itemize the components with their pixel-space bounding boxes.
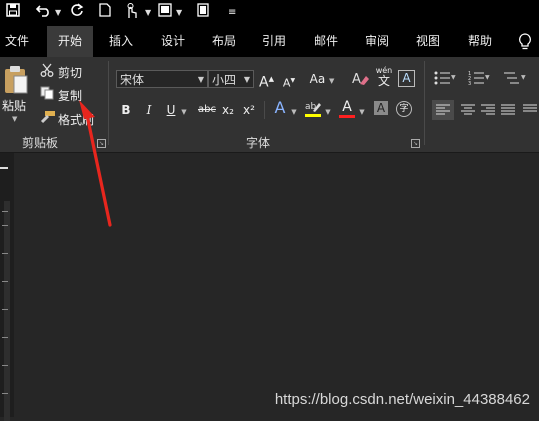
tab-layout[interactable]: 布局 <box>205 26 243 57</box>
page-view-icon[interactable] <box>197 3 209 23</box>
format-painter-icon[interactable] <box>40 110 56 127</box>
paste-button[interactable]: 粘贴 <box>2 97 26 114</box>
chevron-down-icon: ▼ <box>243 75 250 84</box>
highlighter-icon[interactable]: ab <box>304 100 322 121</box>
tab-help[interactable]: 帮助 <box>461 26 499 57</box>
character-shading-button[interactable]: A <box>374 101 388 115</box>
tab-references[interactable]: 引用 <box>255 26 293 57</box>
change-case-button[interactable]: Aa ▼ <box>308 70 336 88</box>
group-divider <box>424 61 425 145</box>
chevron-down-icon: ▼ <box>197 75 204 84</box>
save-icon[interactable] <box>6 3 20 23</box>
clear-formatting-icon[interactable]: A <box>352 70 370 89</box>
shrink-font-button[interactable]: A▼ <box>282 72 296 90</box>
font-name-combobox[interactable]: 宋体 ▼ <box>116 70 208 88</box>
grow-font-button[interactable]: A▲ <box>259 70 274 91</box>
svg-text:3: 3 <box>468 81 471 85</box>
align-left-icon[interactable] <box>432 100 454 120</box>
paste-icon[interactable] <box>3 65 29 98</box>
annotation-arrow-icon <box>79 100 112 227</box>
undo-icon[interactable] <box>35 3 52 23</box>
underline-button[interactable]: U <box>164 101 178 119</box>
bullets-icon[interactable]: ▼ <box>434 71 456 88</box>
underline-dropdown-icon[interactable]: ▼ <box>179 101 189 119</box>
paste-dropdown-icon[interactable]: ▼ <box>12 115 17 123</box>
cut-button[interactable]: 剪切 <box>58 64 82 81</box>
tab-review[interactable]: 审阅 <box>358 26 396 57</box>
phonetic-guide-button[interactable]: wén 文 <box>374 66 394 88</box>
scissors-icon[interactable] <box>40 63 54 80</box>
font-group-label: 字体 <box>246 136 271 150</box>
new-document-icon[interactable] <box>99 3 111 23</box>
svg-text:A: A <box>352 72 361 86</box>
svg-text:▼: ▼ <box>451 74 456 81</box>
distributed-icon[interactable] <box>520 100 539 123</box>
touch-mode-icon[interactable] <box>124 3 140 23</box>
ruler-track <box>4 201 10 421</box>
text-effects-button[interactable]: A <box>272 99 288 117</box>
italic-button[interactable]: I <box>142 101 156 119</box>
align-right-icon[interactable] <box>478 100 498 123</box>
font-size-value: 小四 <box>212 73 237 87</box>
vertical-ruler <box>0 153 14 421</box>
clipboard-group-label: 剪贴板 <box>22 136 59 150</box>
print-preview-icon[interactable] <box>158 3 172 23</box>
tab-mailings[interactable]: 邮件 <box>307 26 345 57</box>
subscript-button[interactable]: x₂ <box>220 101 236 119</box>
ribbon-tabs: 文件 开始 插入 设计 布局 引用 邮件 审阅 视图 帮助 <box>0 26 539 57</box>
ruler-tick <box>2 211 8 212</box>
ruler-tick <box>2 365 8 366</box>
tab-insert[interactable]: 插入 <box>102 26 140 57</box>
phonetic-char: 文 <box>377 74 390 88</box>
ruler-tick <box>2 225 8 226</box>
quick-access-toolbar: ▼ ▼ ▼ ≡ <box>0 0 539 26</box>
font-dialog-launcher-icon[interactable]: ↘ <box>411 139 420 148</box>
customize-toolbar-icon[interactable]: ≡ <box>228 3 236 23</box>
ruler-tick <box>2 281 8 282</box>
justify-icon[interactable] <box>498 100 518 123</box>
multilevel-list-icon[interactable]: ▼ <box>503 71 531 88</box>
font-name-value: 宋体 <box>120 73 145 87</box>
undo-dropdown-icon[interactable]: ▼ <box>55 3 61 23</box>
ruler-tick <box>2 337 8 338</box>
align-center-icon[interactable] <box>458 100 478 123</box>
font-size-combobox[interactable]: 小四 ▼ <box>208 70 254 88</box>
font-color-button[interactable]: A <box>339 99 355 118</box>
strikethrough-button[interactable]: abc <box>196 101 218 119</box>
highlight-dropdown-icon[interactable]: ▼ <box>323 101 333 119</box>
tab-file[interactable]: 文件 <box>0 26 34 57</box>
font-color-dropdown-icon[interactable]: ▼ <box>357 101 367 119</box>
superscript-button[interactable]: x² <box>241 101 257 119</box>
watermark-text: https://blog.csdn.net/weixin_44388462 <box>274 391 530 408</box>
lightbulb-icon[interactable] <box>518 33 532 54</box>
copy-icon[interactable] <box>40 86 54 103</box>
character-border-button[interactable]: A <box>398 70 415 87</box>
tab-home[interactable]: 开始 <box>47 26 93 57</box>
ruler-tick <box>2 309 8 310</box>
svg-text:▼: ▼ <box>485 74 490 81</box>
touch-mode-dropdown-icon[interactable]: ▼ <box>145 3 151 23</box>
ruler-tick <box>2 393 8 394</box>
print-preview-dropdown-icon[interactable]: ▼ <box>176 3 182 23</box>
text-effects-dropdown-icon[interactable]: ▼ <box>289 101 299 119</box>
change-case-label: Aa <box>309 72 326 86</box>
grow-font-icon: A <box>259 74 269 91</box>
svg-text:▼: ▼ <box>521 74 526 81</box>
ruler-tick <box>2 253 8 254</box>
ruler-marker <box>0 167 8 169</box>
tab-design[interactable]: 设计 <box>154 26 192 57</box>
tab-view[interactable]: 视图 <box>409 26 447 57</box>
enclose-characters-button[interactable]: 字 <box>396 101 412 117</box>
numbering-icon[interactable]: 1 2 3 ▼ <box>468 71 490 88</box>
redo-icon[interactable] <box>70 3 84 23</box>
divider <box>264 101 265 119</box>
